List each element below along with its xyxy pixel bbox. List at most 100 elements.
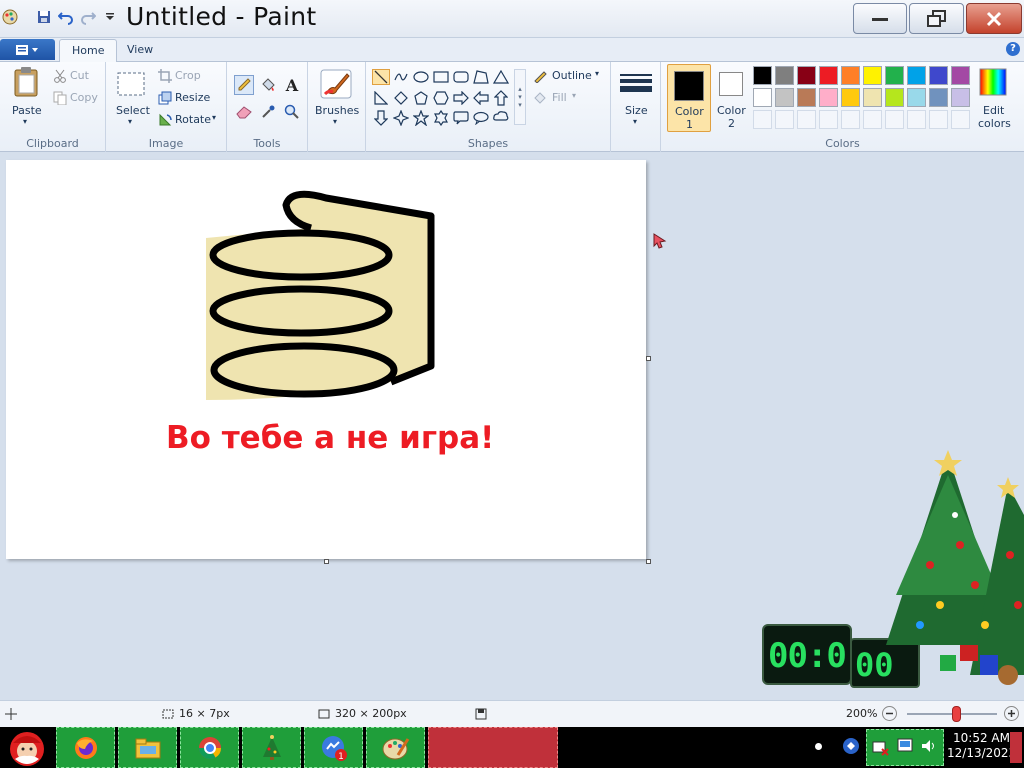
rectangle-shape-icon[interactable] bbox=[432, 69, 450, 85]
palette-custom-slot[interactable] bbox=[885, 110, 904, 129]
palette-color-swatch[interactable] bbox=[775, 88, 794, 107]
resize-handle-corner[interactable] bbox=[646, 559, 651, 564]
palette-color-swatch[interactable] bbox=[819, 88, 838, 107]
palette-custom-slot[interactable] bbox=[863, 110, 882, 129]
color1-button[interactable]: Color 1 bbox=[667, 64, 711, 132]
close-button[interactable] bbox=[966, 3, 1022, 34]
palette-color-swatch[interactable] bbox=[863, 66, 882, 85]
text-tool-icon[interactable]: A bbox=[282, 75, 302, 95]
edit-colors-label-1[interactable]: Edit bbox=[983, 104, 1004, 117]
diamond-shape-icon[interactable] bbox=[392, 90, 410, 106]
oval-shape-icon[interactable] bbox=[412, 69, 430, 85]
tray-time[interactable]: 10:52 AM bbox=[953, 731, 1010, 745]
taskbar-paint[interactable] bbox=[366, 727, 425, 768]
rounded-rectangle-shape-icon[interactable] bbox=[452, 69, 470, 85]
paste-label[interactable]: Paste bbox=[12, 104, 42, 117]
palette-custom-slot[interactable] bbox=[819, 110, 838, 129]
crop-icon[interactable] bbox=[157, 68, 173, 84]
color-picker-icon[interactable] bbox=[258, 102, 278, 122]
paint-app-icon[interactable] bbox=[2, 9, 18, 25]
zoom-out-button[interactable] bbox=[882, 706, 897, 721]
select-dropdown-arrow[interactable]: ▾ bbox=[128, 117, 132, 126]
eraser-icon[interactable] bbox=[234, 102, 254, 122]
tab-view[interactable]: View bbox=[115, 39, 165, 62]
undo-icon[interactable] bbox=[58, 9, 74, 25]
tray-shield-icon[interactable] bbox=[842, 737, 860, 755]
palette-color-swatch[interactable] bbox=[841, 66, 860, 85]
rounded-callout-shape-icon[interactable] bbox=[452, 110, 470, 126]
fill-label[interactable]: Fill bbox=[552, 91, 567, 104]
palette-custom-slot[interactable] bbox=[753, 110, 772, 129]
tray-volume-icon[interactable] bbox=[920, 737, 938, 755]
paste-icon[interactable] bbox=[12, 66, 42, 98]
four-point-star-shape-icon[interactable] bbox=[392, 110, 410, 126]
copy-label[interactable]: Copy bbox=[70, 91, 98, 104]
palette-color-swatch[interactable] bbox=[907, 66, 926, 85]
rotate-dropdown-arrow[interactable]: ▾ bbox=[212, 113, 216, 122]
shapes-scroll[interactable]: ▴ ▾ ▾ bbox=[514, 69, 526, 125]
color2-button[interactable]: Color 2 bbox=[712, 64, 752, 132]
right-triangle-shape-icon[interactable] bbox=[372, 90, 390, 106]
taskbar-christmas-tree[interactable] bbox=[242, 727, 301, 768]
zoom-slider-thumb[interactable] bbox=[952, 706, 961, 722]
triangle-shape-icon[interactable] bbox=[492, 69, 510, 85]
taskbar-file-explorer[interactable] bbox=[118, 727, 177, 768]
tray-flag-icon[interactable] bbox=[896, 737, 914, 755]
brushes-dropdown-arrow[interactable]: ▾ bbox=[333, 117, 337, 126]
rotate-label[interactable]: Rotate bbox=[175, 113, 211, 126]
tray-date[interactable]: 12/13/2023 bbox=[947, 746, 1016, 760]
cloud-callout-shape-icon[interactable] bbox=[492, 110, 510, 126]
right-arrow-shape-icon[interactable] bbox=[452, 90, 470, 106]
palette-color-swatch[interactable] bbox=[797, 66, 816, 85]
palette-custom-slot[interactable] bbox=[907, 110, 926, 129]
redo-icon[interactable] bbox=[80, 9, 96, 25]
drawing-canvas[interactable]: Во тебе а не игра! bbox=[6, 160, 646, 559]
select-label[interactable]: Select bbox=[116, 104, 150, 117]
palette-color-swatch[interactable] bbox=[863, 88, 882, 107]
size-icon[interactable] bbox=[620, 68, 652, 98]
size-dropdown-arrow[interactable]: ▾ bbox=[633, 117, 637, 126]
down-arrow-shape-icon[interactable] bbox=[372, 110, 390, 126]
rotate-icon[interactable] bbox=[157, 112, 173, 128]
palette-custom-slot[interactable] bbox=[775, 110, 794, 129]
tray-network-icon[interactable] bbox=[872, 739, 890, 757]
taskbar-firefox[interactable] bbox=[56, 727, 115, 768]
outline-icon[interactable] bbox=[532, 68, 548, 84]
palette-color-swatch[interactable] bbox=[775, 66, 794, 85]
palette-color-swatch[interactable] bbox=[753, 66, 772, 85]
palette-color-swatch[interactable] bbox=[797, 88, 816, 107]
oval-callout-shape-icon[interactable] bbox=[472, 110, 490, 126]
palette-color-swatch[interactable] bbox=[907, 88, 926, 107]
cut-label[interactable]: Cut bbox=[70, 69, 89, 82]
resize-label[interactable]: Resize bbox=[175, 91, 210, 104]
pentagon-shape-icon[interactable] bbox=[412, 90, 430, 106]
polygon-shape-icon[interactable] bbox=[472, 69, 490, 85]
outline-label[interactable]: Outline bbox=[552, 69, 592, 82]
brushes-label[interactable]: Brushes bbox=[315, 104, 359, 117]
palette-color-swatch[interactable] bbox=[929, 66, 948, 85]
pencil-icon[interactable] bbox=[234, 75, 254, 95]
tray-dot-icon[interactable] bbox=[815, 743, 822, 750]
outline-dropdown-arrow[interactable]: ▾ bbox=[595, 69, 599, 78]
crop-label[interactable]: Crop bbox=[175, 69, 201, 82]
zoom-in-button[interactable] bbox=[1004, 706, 1019, 721]
show-desktop-button[interactable] bbox=[1010, 732, 1022, 763]
palette-custom-slot[interactable] bbox=[929, 110, 948, 129]
fill-dropdown-arrow[interactable]: ▾ bbox=[572, 91, 576, 100]
tab-home[interactable]: Home bbox=[59, 39, 118, 62]
paste-dropdown-arrow[interactable]: ▾ bbox=[23, 117, 27, 126]
line-shape-icon[interactable] bbox=[372, 69, 390, 85]
customize-qat-icon[interactable] bbox=[102, 9, 118, 25]
brushes-icon[interactable] bbox=[319, 68, 353, 100]
help-icon[interactable]: ? bbox=[1006, 42, 1020, 56]
copy-icon[interactable] bbox=[52, 90, 68, 106]
resize-handle-bottom[interactable] bbox=[324, 559, 329, 564]
resize-icon[interactable] bbox=[157, 90, 173, 106]
restore-button[interactable] bbox=[909, 3, 964, 34]
start-button[interactable] bbox=[4, 728, 50, 767]
palette-color-swatch[interactable] bbox=[885, 88, 904, 107]
palette-color-swatch[interactable] bbox=[951, 66, 970, 85]
curve-shape-icon[interactable] bbox=[392, 69, 410, 85]
select-icon[interactable] bbox=[116, 70, 146, 98]
resize-handle-right[interactable] bbox=[646, 356, 651, 361]
